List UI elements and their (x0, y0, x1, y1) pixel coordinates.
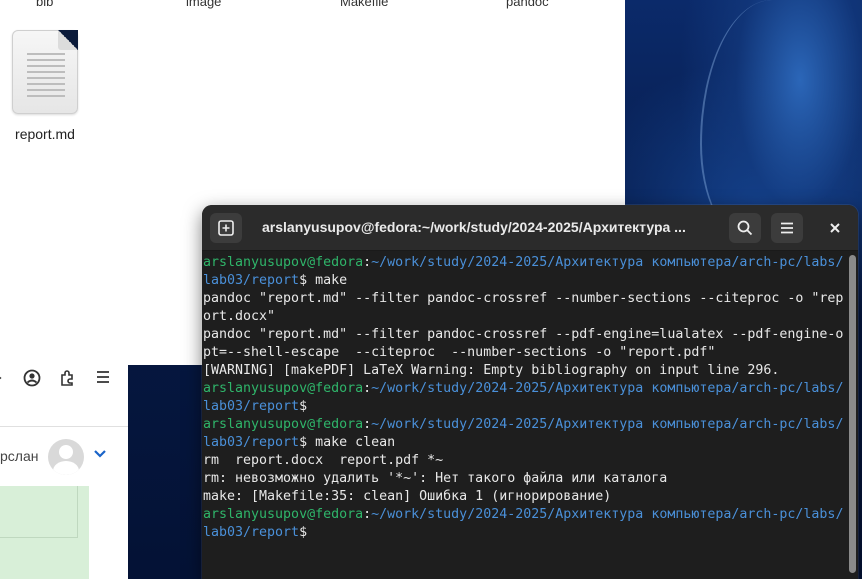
terminal-title: arslanyusupov@fedora:~/work/study/2024-2… (262, 219, 686, 235)
prompt-user: arslanyusupov@fedora (203, 507, 364, 522)
terminal-line: rm report.docx report.pdf *~ (203, 452, 843, 470)
terminal-line: lab03/report$ make clean (203, 434, 843, 452)
terminal-line: rm: невозможно удалить '*~': Нет такого … (203, 470, 843, 488)
prompt-path: lab03/report (203, 435, 300, 450)
browser-toolbar (0, 365, 128, 427)
prompt-user: arslanyusupov@fedora (203, 255, 364, 270)
terminal-line: arslanyusupov@fedora:~/work/study/2024-2… (203, 506, 843, 524)
close-button[interactable] (819, 213, 851, 243)
terminal-line: lab03/report$ make (203, 272, 843, 290)
user-name: рслан (0, 448, 39, 464)
extensions-icon[interactable] (59, 369, 77, 387)
terminal-text: ort.docx" (203, 309, 276, 324)
terminal-text: : (363, 381, 372, 396)
terminal-line: pt=--shell-escape --citeproc --number-se… (203, 344, 843, 362)
terminal-line: ort.docx" (203, 308, 843, 326)
file-label-bib[interactable]: bib (36, 0, 53, 9)
prompt-user: arslanyusupov@fedora (203, 381, 364, 396)
terminal-text: $ (299, 525, 308, 540)
prompt-user: arslanyusupov@fedora (203, 417, 364, 432)
prompt-path: ~/work/study/2024-2025/Архитектура компь… (371, 255, 843, 270)
terminal-text: $ make clean (299, 435, 396, 450)
prompt-path: lab03/report (203, 525, 300, 540)
terminal-window[interactable]: arslanyusupov@fedora:~/work/study/2024-2… (202, 205, 858, 579)
file-item-report-md[interactable]: report.md (8, 30, 82, 142)
prompt-path: ~/work/study/2024-2025/Архитектура компь… (371, 381, 843, 396)
close-icon (830, 223, 840, 233)
terminal-line: lab03/report$ (203, 524, 843, 542)
terminal-text: [WARNING] [makePDF] LaTeX Warning: Empty… (203, 363, 780, 378)
file-label-makefile[interactable]: Makefile (340, 0, 388, 9)
text-document-icon (12, 30, 78, 114)
new-tab-button[interactable] (210, 213, 242, 243)
hamburger-icon (781, 222, 793, 234)
terminal-scrollbar[interactable] (849, 255, 856, 573)
terminal-line: arslanyusupov@fedora:~/work/study/2024-2… (203, 254, 843, 272)
prompt-path: ~/work/study/2024-2025/Архитектура компь… (371, 417, 843, 432)
user-avatar[interactable] (48, 439, 84, 475)
chevron-down-icon[interactable] (91, 445, 109, 463)
terminal-text: : (363, 507, 372, 522)
terminal-text: pandoc "report.md" --filter pandoc-cross… (203, 291, 843, 306)
terminal-text: $ (299, 399, 308, 414)
terminal-text: : (363, 417, 372, 432)
terminal-text: : (363, 255, 372, 270)
file-name: report.md (15, 126, 75, 142)
terminal-text: rm report.docx report.pdf *~ (203, 453, 444, 468)
prompt-path: lab03/report (203, 399, 300, 414)
prompt-path: ~/work/study/2024-2025/Архитектура компь… (371, 507, 843, 522)
terminal-line: [WARNING] [makePDF] LaTeX Warning: Empty… (203, 362, 843, 380)
menu-icon[interactable] (94, 368, 112, 386)
terminal-text: pandoc "report.md" --filter pandoc-cross… (203, 327, 843, 342)
terminal-line: lab03/report$ (203, 398, 843, 416)
terminal-line: arslanyusupov@fedora:~/work/study/2024-2… (203, 416, 843, 434)
prompt-path: lab03/report (203, 273, 300, 288)
search-icon (737, 220, 753, 236)
terminal-text: $ make (299, 273, 348, 288)
file-label-pandoc[interactable]: pandoc (506, 0, 549, 9)
content-panel (0, 486, 89, 579)
file-row-partial: bib image Makefile pandoc (0, 0, 625, 9)
menu-button[interactable] (771, 213, 803, 243)
wallpaper-streak (700, 0, 820, 240)
terminal-line: arslanyusupov@fedora:~/work/study/2024-2… (203, 380, 843, 398)
new-tab-icon (218, 220, 234, 236)
terminal-text: rm: невозможно удалить '*~': Нет такого … (203, 471, 668, 486)
terminal-text: make: [Makefile:35: clean] Ошибка 1 (игн… (203, 489, 612, 504)
search-button[interactable] (729, 213, 761, 243)
browser-window: рслан (0, 365, 128, 579)
terminal-line: pandoc "report.md" --filter pandoc-cross… (203, 290, 843, 308)
terminal-line: pandoc "report.md" --filter pandoc-cross… (203, 326, 843, 344)
account-icon[interactable] (23, 369, 41, 387)
terminal-output[interactable]: arslanyusupov@fedora:~/work/study/2024-2… (203, 254, 843, 542)
file-label-image[interactable]: image (186, 0, 221, 9)
terminal-text: pt=--shell-escape --citeproc --number-se… (203, 345, 716, 360)
terminal-line: make: [Makefile:35: clean] Ошибка 1 (игн… (203, 488, 843, 506)
content-panel-inner (0, 486, 78, 538)
terminal-header[interactable]: arslanyusupov@fedora:~/work/study/2024-2… (202, 205, 858, 251)
partial-toolbar-icon[interactable] (0, 369, 10, 387)
